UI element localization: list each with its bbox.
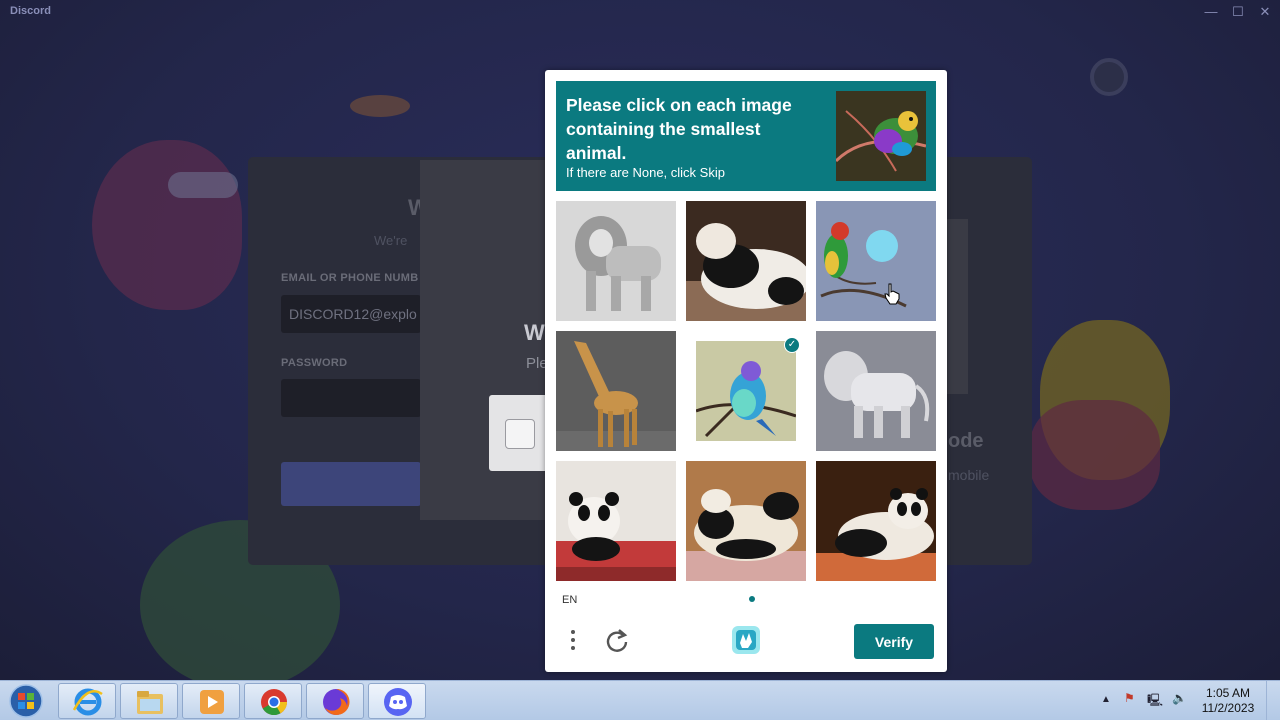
prompt-text: Please click on each image containing th… <box>566 95 792 163</box>
background-illustration <box>168 172 238 198</box>
media-player-icon[interactable] <box>182 683 240 719</box>
clock-time: 1:05 AM <box>1205 686 1251 700</box>
challenge-tile-panda[interactable] <box>556 461 676 581</box>
hcaptcha-logo[interactable] <box>729 623 763 657</box>
chrome-icon[interactable] <box>244 683 302 719</box>
show-desktop-button[interactable] <box>1266 681 1280 720</box>
email-label: EMAIL OR PHONE NUMB <box>281 272 419 284</box>
challenge-tile-bird-selected[interactable]: ✓ <box>686 331 806 451</box>
challenge-prompt: Please click on each image containing th… <box>556 81 936 191</box>
show-hidden-icons-button[interactable]: ▲ <box>1101 694 1111 705</box>
selected-check-icon: ✓ <box>784 337 800 353</box>
challenge-tile-giraffe[interactable] <box>556 331 676 451</box>
background-illustration <box>1030 400 1160 510</box>
language-selector[interactable]: EN <box>562 594 577 606</box>
clock-date: 11/2/2023 <box>1201 701 1255 715</box>
challenge-tile-panda[interactable] <box>686 461 806 581</box>
file-explorer-icon[interactable] <box>120 683 178 719</box>
firefox-icon[interactable] <box>306 683 364 719</box>
action-center-flag-icon[interactable]: ⚑ <box>1124 691 1135 705</box>
discord-icon[interactable] <box>368 683 426 719</box>
start-button[interactable] <box>4 683 48 719</box>
password-field[interactable] <box>281 379 421 417</box>
background-illustration <box>92 140 242 310</box>
hcaptcha-checkbox-widget <box>489 395 549 471</box>
taskbar: ▲ ⚑ 🖳 🔈 1:05 AM 11/2/2023 <box>0 680 1280 720</box>
more-vertical-icon[interactable] <box>561 626 585 656</box>
verify-button[interactable]: Verify <box>854 624 934 659</box>
captcha-challenge: Please click on each image containing th… <box>545 70 947 672</box>
close-button[interactable]: ✕ <box>1252 2 1278 22</box>
password-label: PASSWORD <box>281 357 348 369</box>
challenge-tile-lion[interactable] <box>816 331 936 451</box>
bird-icon <box>836 91 926 181</box>
mouse-cursor-icon <box>884 283 900 305</box>
captcha-checkbox[interactable] <box>505 419 535 449</box>
challenge-tile-panda[interactable] <box>686 201 806 321</box>
app-title: Discord <box>10 5 51 17</box>
internet-explorer-icon[interactable] <box>58 683 116 719</box>
prompt-subtext: If there are None, click Skip <box>566 165 725 180</box>
background-illustration <box>350 95 410 117</box>
refresh-icon[interactable] <box>603 626 631 656</box>
dialog-title: W <box>524 320 545 345</box>
challenge-tile-panda[interactable] <box>816 461 936 581</box>
network-icon[interactable]: 🖳 <box>1147 691 1163 712</box>
maximize-button[interactable]: ☐ <box>1225 2 1251 22</box>
volume-icon[interactable]: 🔈 <box>1172 691 1187 705</box>
background-illustration <box>1090 58 1128 96</box>
title-bar: Discord — ☐ ✕ <box>0 0 1280 24</box>
challenge-tile-lion[interactable] <box>556 201 676 321</box>
page-indicator <box>749 596 755 602</box>
qr-subtitle: mobile <box>948 467 990 483</box>
challenge-tile-bird[interactable] <box>816 201 936 321</box>
email-field[interactable]: DISCORD12@explo <box>281 295 421 333</box>
taskbar-clock[interactable]: 1:05 AM 11/2/2023 <box>1196 686 1260 716</box>
minimize-button[interactable]: — <box>1198 2 1224 22</box>
qr-title: ode <box>948 430 984 452</box>
login-button[interactable] <box>281 462 421 506</box>
login-subheading: We're <box>374 233 408 248</box>
